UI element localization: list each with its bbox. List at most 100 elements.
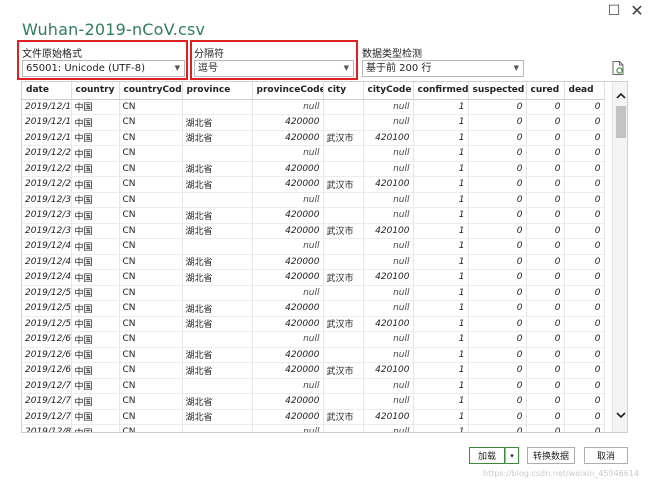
table-row: 2019/12/2 中国 CN null null 1 0 0 0 — [22, 145, 605, 162]
column-header-suspected[interactable]: suspected — [468, 82, 527, 100]
table-row: 2019/12/3 中国 CN 湖北省 420000 武汉市 420100 1 0 0 0 — [22, 223, 605, 239]
table-cell-confirmed: 1 — [413, 254, 469, 270]
table-cell-provinceCode: null — [252, 192, 324, 208]
table-cell-provinceCode: 420000 — [252, 161, 324, 177]
vertical-scrollbar[interactable] — [612, 82, 627, 432]
table-cell-date: 2019/12/4 — [22, 254, 72, 270]
table-cell-date: 2019/12/8 — [22, 424, 72, 432]
table-cell-countryCode: CN — [119, 176, 183, 193]
table-cell-confirmed: 1 — [413, 316, 469, 332]
column-header-countryCode[interactable]: countryCode — [119, 82, 183, 100]
table-cell-confirmed: 1 — [413, 130, 469, 146]
table-cell-provinceCode: 420000 — [252, 409, 324, 425]
chevron-down-icon[interactable] — [613, 408, 627, 422]
table-cell-dead: 0 — [564, 378, 605, 394]
table-row: 2019/12/3 中国 CN 湖北省 420000 null 1 0 0 0 — [22, 207, 605, 224]
table-row: 2019/12/6 中国 CN null null 1 0 0 0 — [22, 331, 605, 348]
table-cell-cityCode: null — [363, 347, 414, 363]
column-header-confirmed[interactable]: confirmed — [413, 82, 469, 100]
table-cell-provinceCode: null — [252, 238, 324, 255]
table-row: 2019/12/5 中国 CN 湖北省 420000 null 1 0 0 0 — [22, 300, 605, 317]
column-header-country[interactable]: country — [71, 82, 120, 100]
table-cell-date: 2019/12/3 — [22, 223, 72, 239]
table-cell-dead: 0 — [564, 176, 605, 193]
table-cell-cityCode: 420100 — [363, 316, 414, 332]
preview-grid[interactable]: date country countryCode province provinceCo… — [22, 82, 609, 432]
table-cell-suspected: 0 — [468, 393, 527, 410]
table-cell-cityCode: 420100 — [363, 409, 414, 425]
table-cell-city: 武汉市 — [323, 362, 364, 379]
table-cell-city — [323, 238, 364, 255]
table-cell-dead: 0 — [564, 99, 605, 115]
watermark: https://blog.csdn.net/weixin_45946614 — [483, 469, 640, 478]
table-cell-cured: 0 — [526, 347, 565, 363]
table-cell-confirmed: 1 — [413, 285, 469, 301]
chevron-up-icon[interactable] — [613, 88, 627, 102]
table-cell-date: 2019/12/6 — [22, 331, 72, 348]
scroll-thumb[interactable] — [616, 106, 626, 138]
column-header-city[interactable]: city — [323, 82, 364, 100]
table-cell-province: 湖北省 — [182, 114, 253, 131]
table-row: 2019/12/6 中国 CN 湖北省 420000 null 1 0 0 0 — [22, 347, 605, 363]
table-cell-confirmed: 1 — [413, 362, 469, 379]
table-cell-cityCode: null — [363, 238, 414, 255]
cancel-button[interactable]: 取消 — [584, 447, 628, 464]
table-cell-province — [182, 99, 253, 115]
table-row: 2019/12/4 中国 CN 湖北省 420000 武汉市 420100 1 0 0 0 — [22, 269, 605, 286]
table-cell-countryCode: CN — [119, 207, 183, 224]
table-cell-provinceCode: 420000 — [252, 176, 324, 193]
close-button[interactable]: ✕ — [627, 2, 647, 20]
table-cell-suspected: 0 — [468, 300, 527, 317]
table-cell-provinceCode: 420000 — [252, 393, 324, 410]
table-cell-cityCode: null — [363, 161, 414, 177]
column-header-provinceCode[interactable]: provinceCode — [252, 82, 324, 100]
column-header-cured[interactable]: cured — [526, 82, 565, 100]
table-cell-countryCode: CN — [119, 316, 183, 332]
load-dropdown-button[interactable]: ▾ — [505, 447, 519, 464]
column-header-date[interactable]: date — [22, 82, 72, 100]
table-cell-country: 中国 — [71, 176, 120, 193]
table-cell-suspected: 0 — [468, 378, 527, 394]
table-cell-dead: 0 — [564, 207, 605, 224]
table-cell-cured: 0 — [526, 161, 565, 177]
table-cell-country: 中国 — [71, 145, 120, 162]
table-cell-country: 中国 — [71, 238, 120, 255]
table-cell-cured: 0 — [526, 393, 565, 410]
load-button[interactable]: 加载 — [469, 447, 505, 464]
table-cell-country: 中国 — [71, 114, 120, 131]
transform-data-button[interactable]: 转换数据 — [527, 447, 575, 464]
column-header-province[interactable]: province — [182, 82, 253, 100]
table-cell-confirmed: 1 — [413, 409, 469, 425]
table-cell-country: 中国 — [71, 254, 120, 270]
table-cell-dead: 0 — [564, 347, 605, 363]
table-cell-suspected: 0 — [468, 99, 527, 115]
column-header-dead[interactable]: dead — [564, 82, 605, 100]
encoding-select[interactable]: 65001: Unicode (UTF-8) ▼ — [22, 60, 185, 77]
dialog-title: Wuhan-2019-nCoV.csv — [22, 20, 206, 39]
table-cell-cured: 0 — [526, 300, 565, 317]
table-cell-dead: 0 — [564, 114, 605, 131]
file-refresh-icon[interactable] — [612, 61, 624, 75]
table-cell-country: 中国 — [71, 409, 120, 425]
detect-select[interactable]: 基于前 200 行 ▼ — [362, 60, 524, 77]
table-row: 2019/12/7 中国 CN 湖北省 420000 武汉市 420100 1 0 0 0 — [22, 409, 605, 425]
table-cell-countryCode: CN — [119, 145, 183, 162]
column-header-cityCode[interactable]: cityCode — [363, 82, 414, 100]
table-cell-date: 2019/12/4 — [22, 269, 72, 286]
table-cell-date: 2019/12/5 — [22, 300, 72, 317]
table-cell-city — [323, 161, 364, 177]
maximize-button[interactable]: ☐ — [604, 2, 624, 20]
table-cell-provinceCode: null — [252, 331, 324, 348]
table-cell-suspected: 0 — [468, 316, 527, 332]
table-cell-suspected: 0 — [468, 269, 527, 286]
table-cell-cured: 0 — [526, 99, 565, 115]
table-cell-date: 2019/12/2 — [22, 145, 72, 162]
table-cell-provinceCode: 420000 — [252, 114, 324, 131]
table-cell-confirmed: 1 — [413, 300, 469, 317]
table-cell-city: 武汉市 — [323, 130, 364, 146]
table-cell-province: 湖北省 — [182, 316, 253, 332]
table-cell-countryCode: CN — [119, 378, 183, 394]
table-cell-date: 2019/12/1 — [22, 130, 72, 146]
table-cell-cured: 0 — [526, 145, 565, 162]
delimiter-select[interactable]: 逗号 ▼ — [194, 60, 354, 77]
